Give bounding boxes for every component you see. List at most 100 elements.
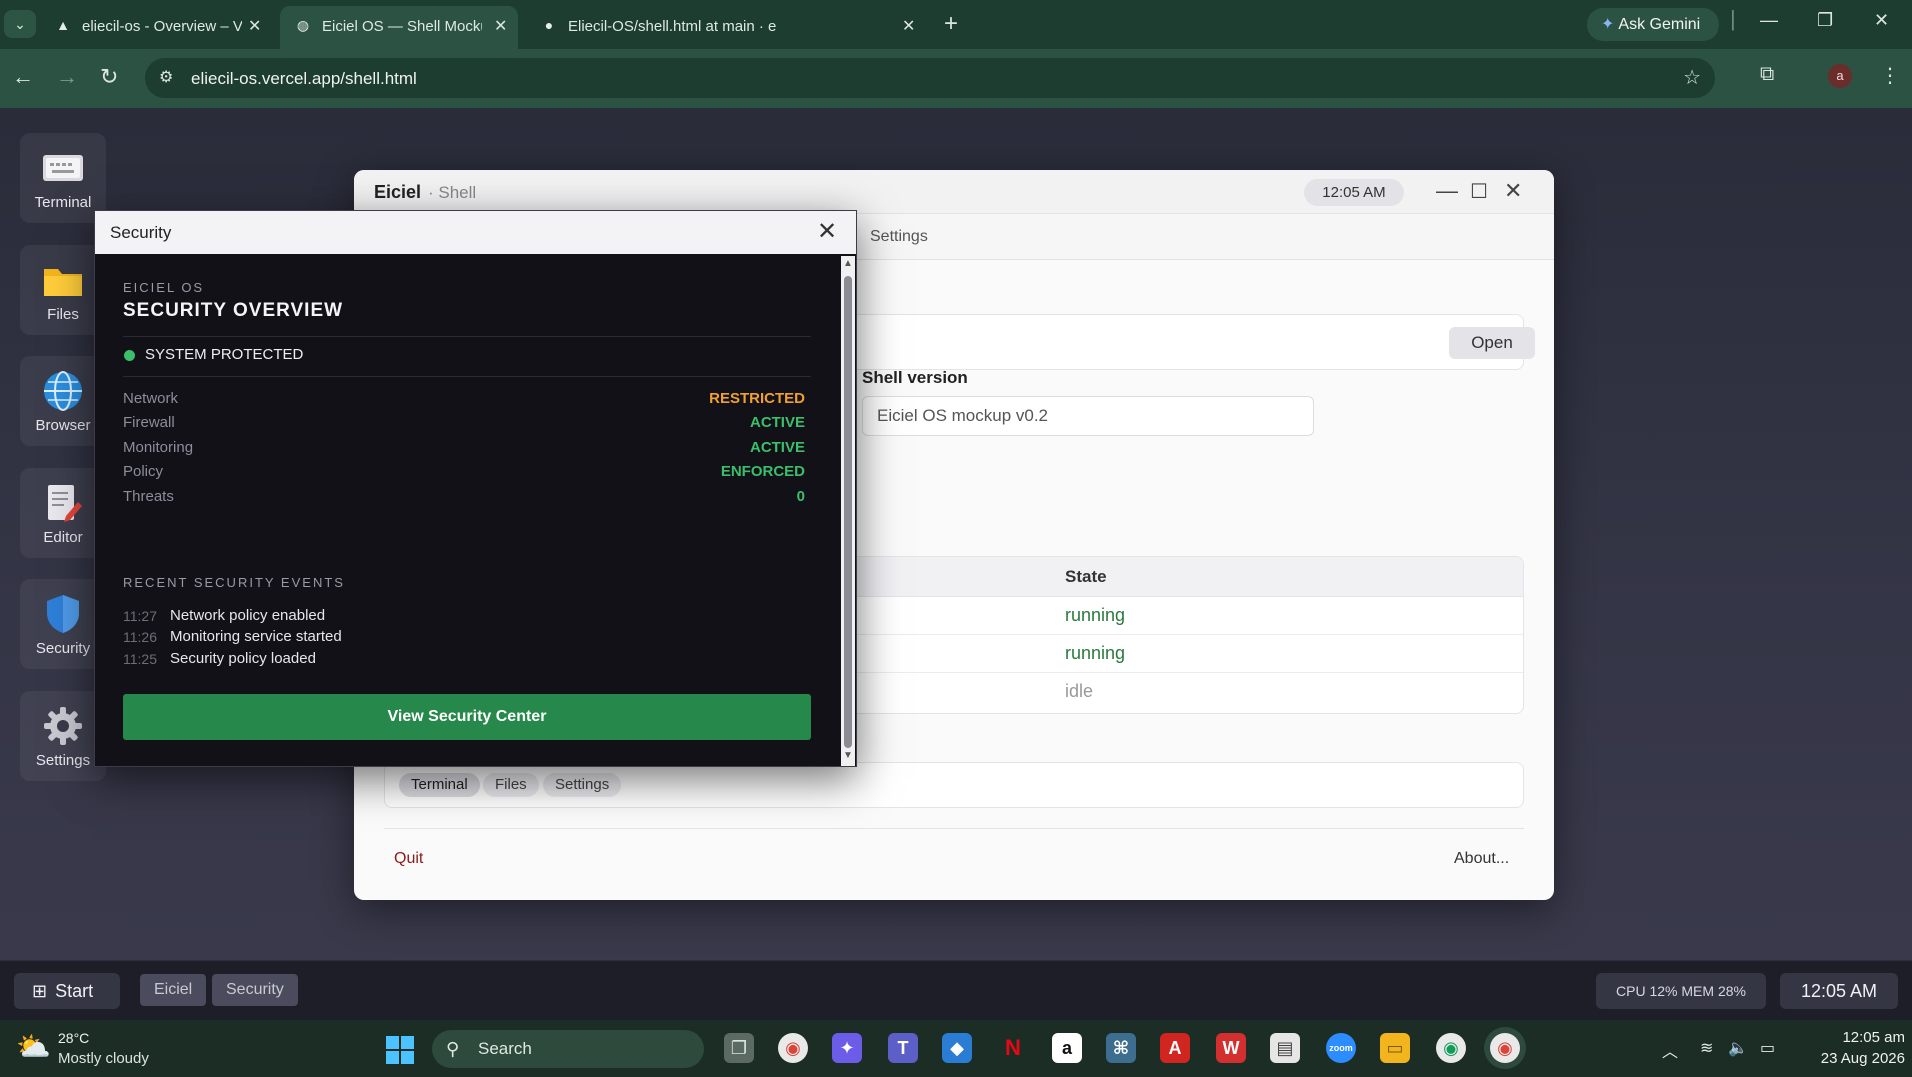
menu-settings[interactable]: Settings bbox=[870, 228, 928, 246]
chrome-alt-icon[interactable]: ◉ bbox=[1436, 1033, 1466, 1063]
state-cell: idle bbox=[1065, 681, 1094, 701]
github-icon: ● bbox=[544, 17, 554, 33]
netflix-icon[interactable]: N bbox=[998, 1033, 1028, 1063]
status-indicator bbox=[124, 350, 135, 361]
close-icon[interactable]: ✕ bbox=[494, 16, 507, 36]
new-tab-button[interactable]: + bbox=[944, 10, 958, 38]
taskbar-time[interactable]: 12:05 am bbox=[1805, 1029, 1905, 1046]
event-time: 11:26 bbox=[123, 629, 157, 645]
shell-titlebar[interactable]: Eiciel · Shell 12:05 AM — ☐ ✕ bbox=[354, 170, 1554, 214]
windows-start-icon[interactable] bbox=[386, 1036, 414, 1064]
shield-icon bbox=[47, 595, 79, 633]
security-eyebrow: EICIEL OS bbox=[123, 280, 205, 295]
ask-gemini-button[interactable]: ✦ Ask Gemini bbox=[1587, 8, 1719, 41]
running-tasks: Terminal Files Settings bbox=[384, 762, 1524, 808]
taskbar-window-eiciel[interactable]: Eiciel bbox=[140, 974, 207, 1006]
terminal-icon bbox=[43, 155, 83, 181]
system-status: SYSTEM PROTECTED bbox=[145, 346, 304, 363]
address-bar[interactable]: ⚙ eliecil-os.vercel.app/shell.html ☆ bbox=[145, 58, 1715, 98]
maximize-icon[interactable]: ☐ bbox=[1470, 179, 1488, 204]
microsoft365-icon[interactable]: ◆ bbox=[942, 1033, 972, 1063]
close-icon[interactable]: ✕ bbox=[248, 16, 261, 36]
minimize-icon[interactable]: — bbox=[1760, 10, 1778, 31]
separator: | bbox=[1730, 6, 1736, 31]
start-button[interactable]: ⊞ Start bbox=[14, 973, 120, 1009]
wps-icon[interactable]: W bbox=[1216, 1033, 1246, 1063]
site-settings-icon[interactable]: ⚙ bbox=[159, 67, 173, 87]
scrollbar-thumb[interactable] bbox=[844, 276, 852, 748]
threats-label: Threats bbox=[123, 488, 174, 505]
reload-icon[interactable]: ↻ bbox=[100, 63, 118, 91]
close-icon[interactable]: ✕ bbox=[817, 217, 837, 246]
state-cell: running bbox=[1065, 605, 1126, 625]
bookmark-star-icon[interactable]: ☆ bbox=[1683, 65, 1701, 90]
event-time: 11:27 bbox=[123, 608, 157, 624]
close-icon[interactable]: ✕ bbox=[1504, 178, 1522, 204]
restore-icon[interactable]: ❐ bbox=[1817, 10, 1833, 31]
weather-temperature[interactable]: 28°C bbox=[58, 1030, 89, 1046]
wifi-icon[interactable]: ≋ bbox=[1700, 1038, 1713, 1058]
view-security-center-button[interactable]: View Security Center bbox=[123, 694, 811, 740]
tray-overflow-icon[interactable]: ︿ bbox=[1662, 1038, 1678, 1062]
os-clock: 12:05 AM bbox=[1780, 973, 1898, 1009]
event-time: 11:25 bbox=[123, 651, 157, 667]
taskbar-date[interactable]: 23 Aug 2026 bbox=[1805, 1050, 1905, 1067]
shell-version-field[interactable]: Eiciel OS mockup v0.2 bbox=[862, 396, 1314, 436]
document-icon[interactable]: ▤ bbox=[1270, 1033, 1300, 1063]
scroll-up-icon[interactable]: ▲ bbox=[843, 258, 853, 269]
battery-icon[interactable]: ▭ bbox=[1760, 1038, 1775, 1058]
page-desktop: Terminal Files Browser Editor Security S… bbox=[0, 108, 1912, 1020]
copilot-icon[interactable]: ✦ bbox=[832, 1033, 862, 1063]
shell-subtitle: · Shell bbox=[428, 183, 477, 202]
chrome-icon[interactable]: ◉ bbox=[778, 1033, 808, 1063]
chrome-active-icon[interactable]: ◉ bbox=[1490, 1033, 1520, 1063]
forward-icon[interactable]: → bbox=[56, 63, 78, 91]
back-icon[interactable]: ← bbox=[12, 63, 34, 91]
browser-menu-icon[interactable]: ⋮ bbox=[1880, 63, 1900, 88]
extensions-icon[interactable]: ⧉ bbox=[1760, 63, 1774, 86]
url-text[interactable]: eliecil-os.vercel.app/shell.html bbox=[191, 69, 417, 89]
os-taskbar: ⊞ Start Eiciel Security CPU 12% MEM 28% 1… bbox=[0, 960, 1912, 1020]
gear-icon bbox=[44, 707, 82, 745]
gemini-sparkle-icon: ✦ bbox=[1601, 16, 1615, 33]
profile-avatar[interactable]: a bbox=[1828, 64, 1852, 88]
quit-button[interactable]: Quit bbox=[394, 850, 423, 868]
globe-icon: ◍ bbox=[296, 17, 310, 33]
teams-icon[interactable]: T bbox=[888, 1033, 918, 1063]
event-message: Security policy loaded bbox=[170, 650, 316, 667]
divider bbox=[384, 828, 1524, 829]
python-icon[interactable]: ⌘ bbox=[1106, 1033, 1136, 1063]
network-label: Network bbox=[123, 390, 179, 407]
tab-github[interactable]: ● Eliecil-OS/shell.html at main · e ✕ bbox=[526, 6, 926, 49]
open-button[interactable]: Open bbox=[1449, 327, 1535, 359]
network-value: RESTRICTED bbox=[709, 390, 805, 407]
task-chip-settings[interactable]: Settings bbox=[543, 773, 622, 797]
about-button[interactable]: About... bbox=[1454, 850, 1509, 868]
amazon-icon[interactable]: a bbox=[1052, 1033, 1082, 1063]
acrobat-icon[interactable]: A bbox=[1160, 1033, 1190, 1063]
start-label: Start bbox=[55, 981, 94, 1001]
tab-search-button[interactable]: ⌄ bbox=[4, 10, 36, 38]
weather-icon[interactable]: ⛅ bbox=[16, 1030, 52, 1066]
tab-shell-mockup[interactable]: ◍ Eiciel OS — Shell Mockup ✕ bbox=[280, 6, 518, 49]
task-view-icon[interactable]: ❐ bbox=[724, 1033, 754, 1063]
scroll-down-icon[interactable]: ▼ bbox=[843, 750, 853, 761]
policy-label: Policy bbox=[123, 463, 164, 480]
zoom-icon[interactable]: zoom bbox=[1326, 1033, 1356, 1063]
system-stats: CPU 12% MEM 28% bbox=[1596, 973, 1766, 1009]
task-chip-files[interactable]: Files bbox=[483, 773, 539, 797]
task-chip-terminal[interactable]: Terminal bbox=[399, 773, 480, 797]
firewall-value: ACTIVE bbox=[749, 414, 805, 431]
security-titlebar[interactable]: Security ✕ bbox=[95, 211, 856, 254]
minimize-icon[interactable]: — bbox=[1436, 178, 1458, 204]
windows-search-box[interactable]: ⚲ Search bbox=[432, 1030, 704, 1068]
taskbar-window-security[interactable]: Security bbox=[212, 974, 298, 1006]
shell-version-label: Shell version bbox=[862, 368, 968, 387]
volume-icon[interactable]: 🔈 bbox=[1728, 1038, 1748, 1058]
close-window-icon[interactable]: ✕ bbox=[1874, 10, 1889, 31]
file-explorer-icon[interactable]: ▭ bbox=[1380, 1033, 1410, 1063]
close-icon[interactable]: ✕ bbox=[902, 16, 915, 36]
scrollbar[interactable]: ▲ ▼ bbox=[841, 256, 855, 766]
weather-description[interactable]: Mostly cloudy bbox=[58, 1050, 149, 1067]
tab-vercel[interactable]: ▲ eliecil-os - Overview – Vercel ✕ bbox=[40, 6, 272, 49]
